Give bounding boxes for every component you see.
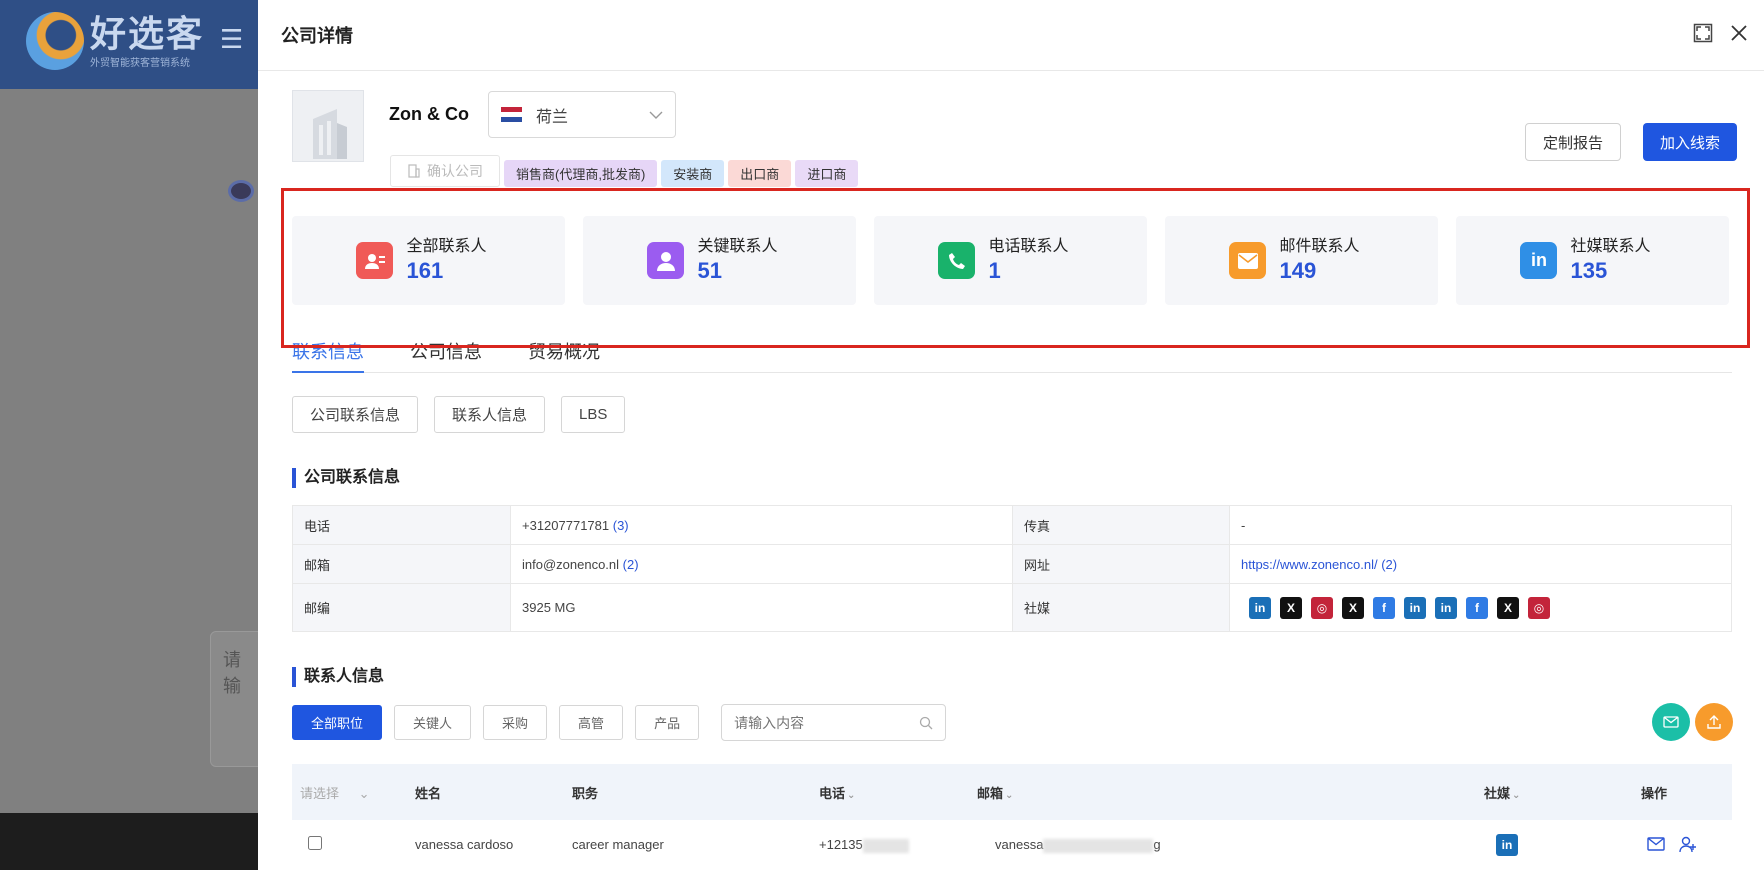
facebook-icon[interactable]: f [1373, 596, 1395, 619]
subtab-person-info[interactable]: 联系人信息 [434, 396, 546, 433]
building-small-icon [408, 164, 420, 178]
col-email[interactable]: 邮箱 ⌄ [977, 764, 1484, 820]
linkedin-icon[interactable]: in [1249, 596, 1271, 619]
x-icon[interactable]: X [1280, 596, 1302, 619]
company-name: Zon & Co [389, 104, 469, 124]
highlight-frame [281, 188, 1750, 348]
app-logo[interactable]: 好选客 外贸智能获客营销系统 [26, 12, 204, 70]
linkedin-icon[interactable]: in [1404, 596, 1426, 619]
zip-value: 3925 MG [510, 583, 1013, 632]
website-link[interactable]: https://www.zonenco.nl/ [1241, 557, 1378, 572]
drawer-header: 公司详情 [258, 0, 1764, 71]
chat-bot-icon[interactable] [228, 180, 254, 202]
export-button[interactable] [1695, 703, 1733, 741]
x-icon[interactable]: X [1497, 596, 1519, 619]
table-row: vanessa cardoso career manager +12135 va… [292, 820, 1732, 870]
company-contact-table: 电话 +31207771781 (3) 传真 - 邮箱 info@zonenco… [292, 505, 1732, 632]
filter-key-person[interactable]: 关键人 [394, 705, 472, 740]
instagram-icon[interactable]: ◎ [1528, 596, 1550, 619]
social-links: in X ◎ Xf in in f X ◎ [1241, 596, 1720, 619]
facebook-icon[interactable]: f [1466, 596, 1488, 619]
mail-icon[interactable] [1647, 837, 1665, 851]
section-title-contacts: 联系人信息 [292, 667, 384, 687]
search-icon [919, 716, 933, 729]
filter-executive[interactable]: 高管 [559, 705, 624, 740]
confirm-company-button[interactable]: 确认公司 [390, 155, 500, 187]
upload-icon [1707, 715, 1721, 729]
contact-email: vanessa g [977, 820, 1484, 870]
email-value: info@zonenco.nl [522, 556, 620, 572]
email-count[interactable]: (2) [623, 557, 639, 572]
phone-count[interactable]: (3) [613, 518, 629, 533]
col-social[interactable]: 社媒 ⌄ [1484, 764, 1641, 820]
drawer-title: 公司详情 [281, 26, 353, 46]
background-footer [0, 813, 258, 870]
country-value: 荷兰 [536, 108, 569, 126]
logo-subtitle: 外贸智能获客营销系统 [90, 57, 190, 69]
col-phone[interactable]: 电话 ⌄ [819, 764, 977, 820]
company-logo [292, 90, 364, 162]
menu-toggle-icon[interactable]: ☰ [220, 24, 243, 55]
fax-value: - [1229, 505, 1732, 545]
col-action: 操作 [1641, 764, 1732, 820]
section-title-company-contact: 公司联系信息 [292, 468, 400, 488]
contact-name: vanessa cardoso [415, 820, 572, 870]
fullscreen-icon[interactable] [1692, 22, 1714, 44]
filter-product[interactable]: 产品 [635, 705, 700, 740]
close-icon[interactable] [1728, 22, 1750, 44]
subtab-lbs[interactable]: LBS [561, 396, 626, 433]
logo-mark-icon [26, 12, 84, 70]
website-count[interactable]: (2) [1381, 557, 1397, 572]
contact-title: career manager [572, 820, 819, 870]
company-detail-drawer: 公司详情 Zon & Co 荷兰 确认公司 销售商(代理商,批发商) 安装商 出… [258, 0, 1764, 870]
phone-value: +31207771781 [522, 517, 610, 533]
chevron-down-icon [649, 111, 663, 119]
country-select[interactable]: 荷兰 [488, 91, 676, 138]
x-icon[interactable]: X [1342, 596, 1364, 619]
filter-all-positions[interactable]: 全部职位 [292, 705, 383, 740]
filter-purchasing[interactable]: 采购 [483, 705, 548, 740]
add-lead-button[interactable]: 加入线索 [1642, 123, 1737, 161]
instagram-icon[interactable]: ◎ [1311, 596, 1333, 619]
custom-report-button[interactable]: 定制报告 [1524, 123, 1621, 161]
col-title: 职务 [572, 764, 819, 820]
tag-importer: 进口商 [795, 160, 859, 187]
contacts-table: 请选择 ⌄ 姓名 职务 电话 ⌄ 邮箱 ⌄ 社媒 ⌄ 操作 vanessa cardo… [292, 764, 1732, 870]
search-input[interactable] [734, 714, 920, 731]
tag-distributor: 销售商(代理商,批发商) [504, 160, 658, 187]
col-name: 姓名 [415, 764, 572, 820]
subtab-company-contact[interactable]: 公司联系信息 [292, 396, 419, 433]
linkedin-icon[interactable]: in [1435, 596, 1457, 619]
tag-exporter: 出口商 [728, 160, 792, 187]
building-icon [313, 109, 347, 159]
send-email-button[interactable] [1652, 703, 1690, 741]
mail-icon [1663, 716, 1679, 728]
netherlands-flag-icon [501, 106, 522, 123]
add-contact-icon[interactable] [1679, 835, 1697, 853]
contact-phone: +12135 [819, 820, 977, 870]
tag-installer: 安装商 [661, 160, 725, 187]
row-checkbox[interactable] [308, 836, 322, 851]
linkedin-icon[interactable]: in [1496, 833, 1518, 856]
contact-search[interactable] [721, 704, 947, 741]
select-dropdown[interactable]: 请选择 ⌄ [292, 764, 415, 820]
logo-title: 好选客 [90, 12, 205, 54]
